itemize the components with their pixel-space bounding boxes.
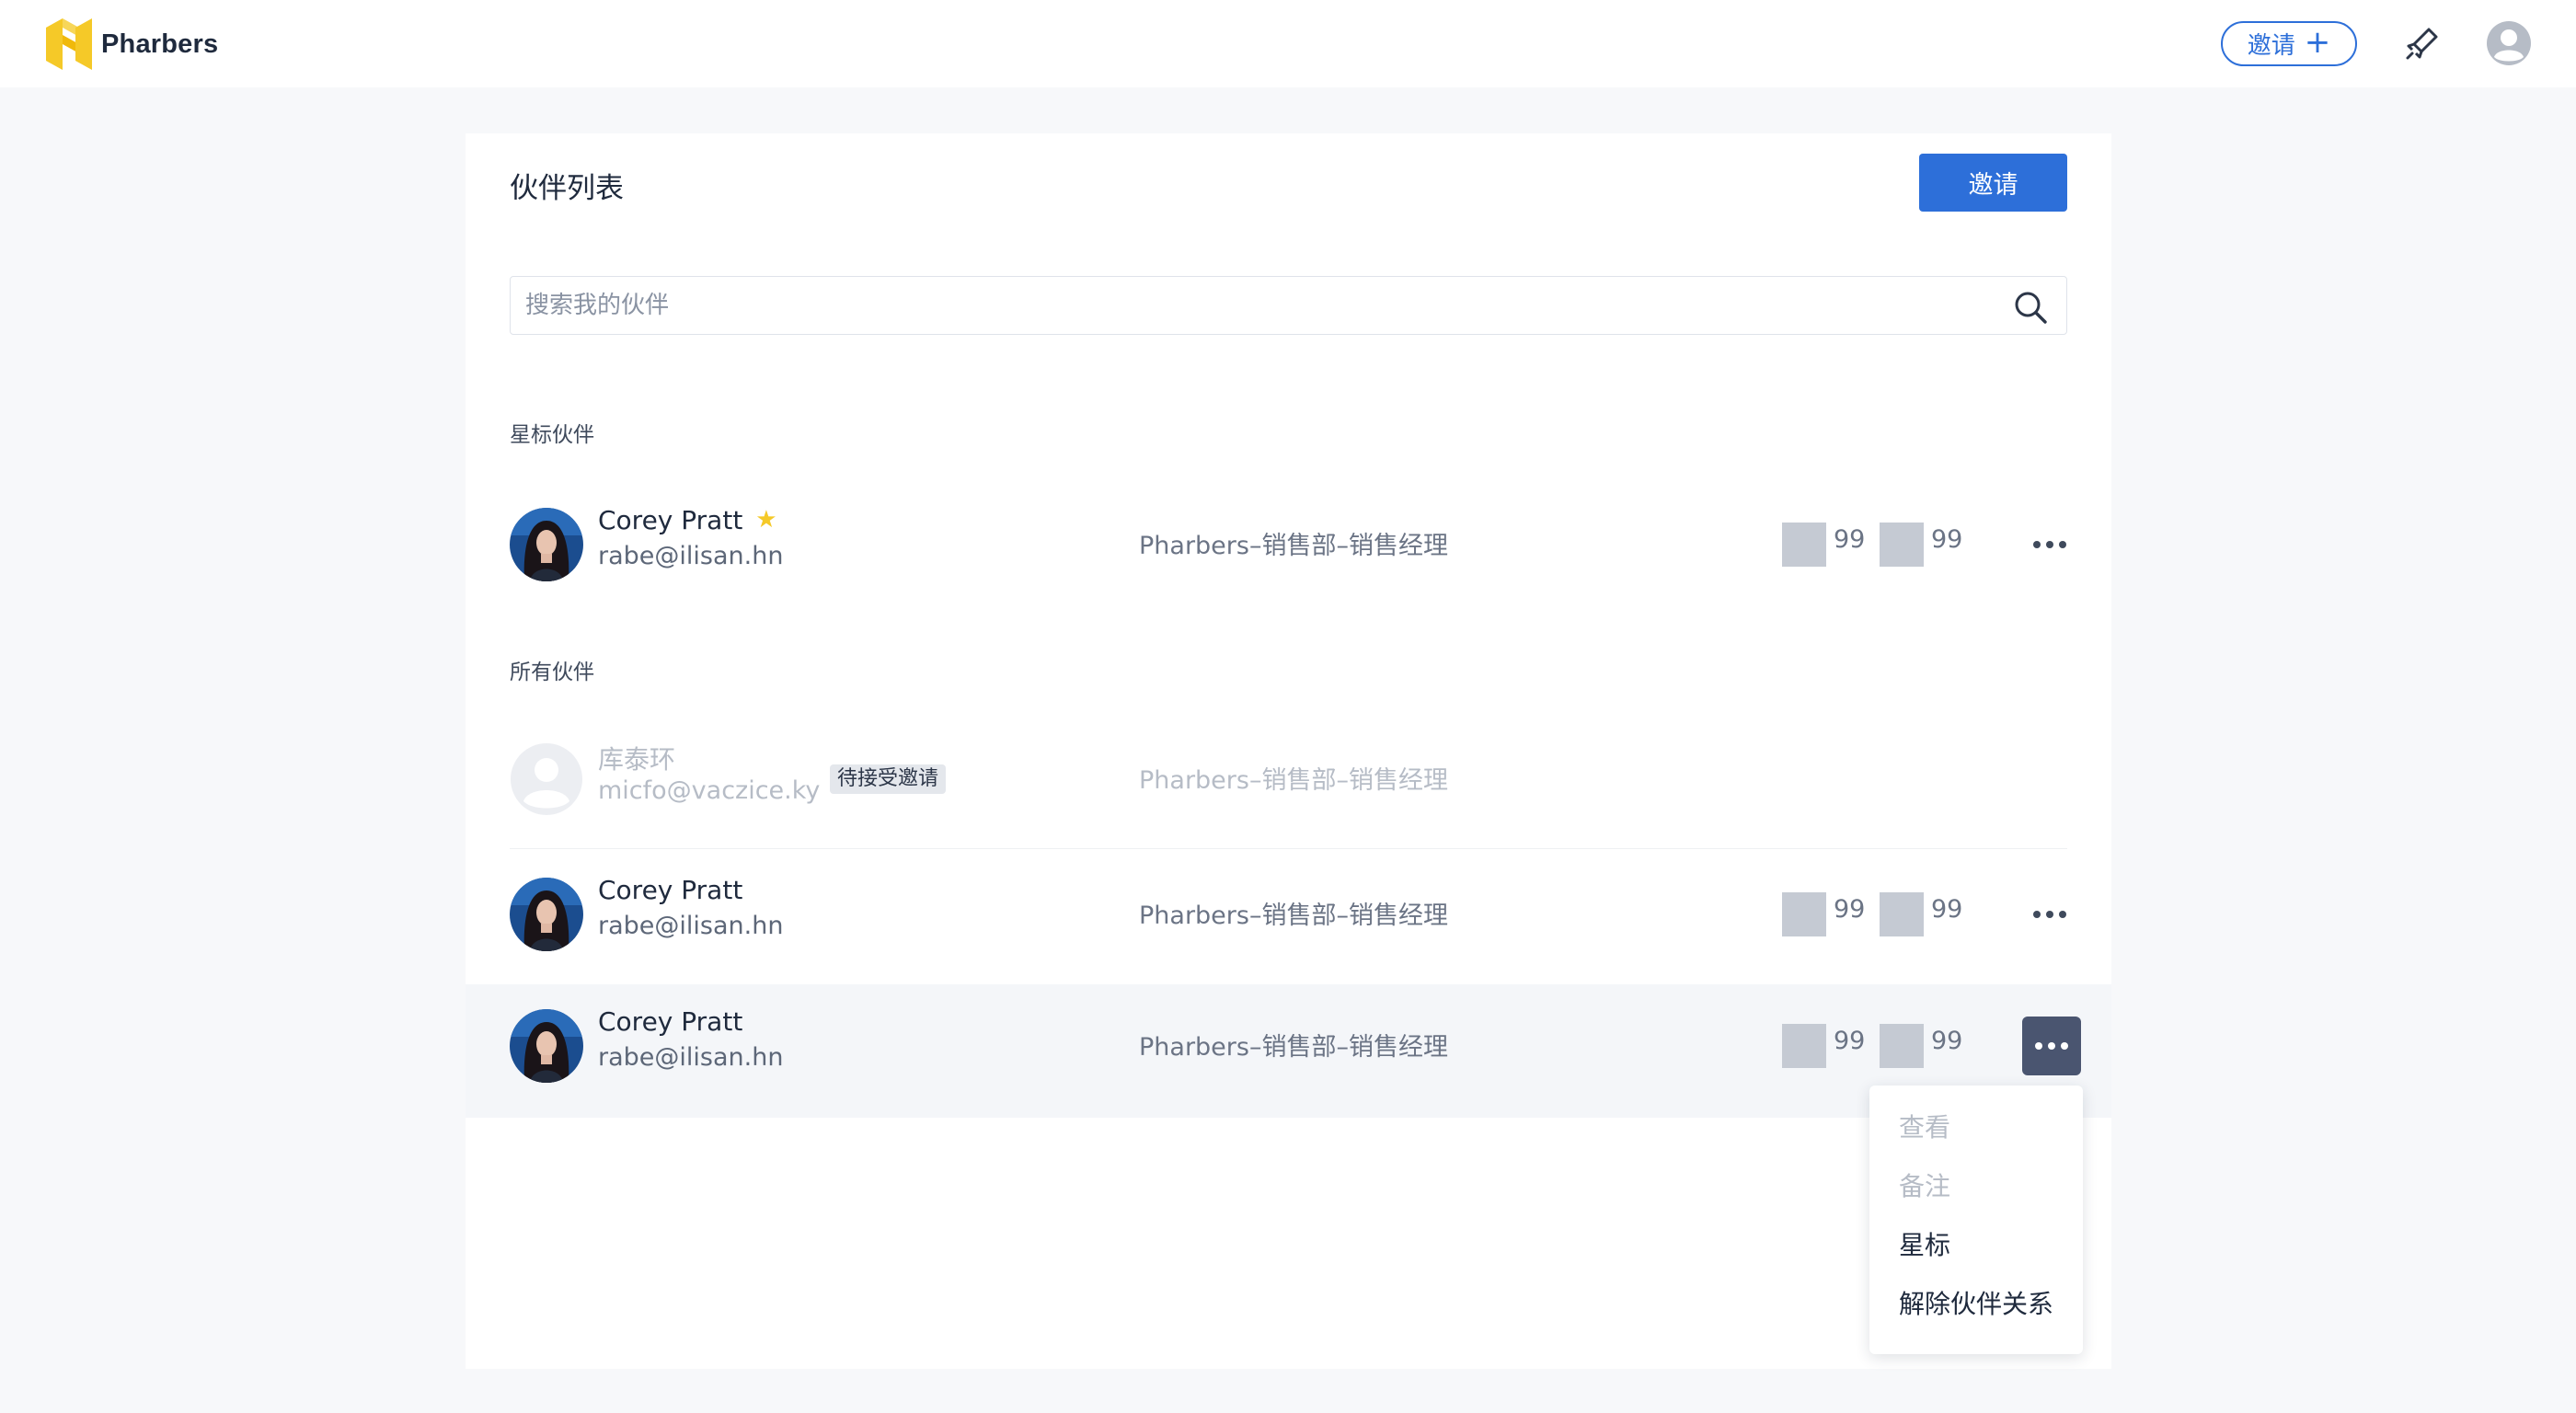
avatar	[510, 1009, 583, 1083]
portrait-image	[510, 1009, 583, 1083]
stat-icon	[1782, 892, 1826, 936]
menu-item-remove-partner[interactable]: 解除伙伴关系	[1869, 1275, 2083, 1334]
brand-name: Pharbers	[101, 29, 219, 59]
plus-icon: +	[2304, 24, 2331, 61]
stat-icon	[1782, 1024, 1826, 1068]
stat-count: 99	[1931, 1027, 1963, 1055]
starred-section-label: 星标伙伴	[510, 423, 594, 447]
partner-name: 库泰环	[598, 744, 676, 775]
stat-count: 99	[1834, 895, 1866, 924]
menu-item-note[interactable]: 备注	[1869, 1157, 2083, 1216]
partner-name: Corey Pratt	[598, 1006, 743, 1037]
stat-count: 99	[1931, 895, 1963, 924]
more-dots-icon	[2033, 541, 2066, 548]
pharbers-logo-icon	[46, 18, 92, 70]
stat-count: 99	[1931, 525, 1963, 554]
partner-name: Corey Pratt ★	[598, 505, 777, 535]
portrait-image	[510, 878, 583, 951]
search-box	[510, 276, 2067, 335]
partner-department: Pharbers–销售部–销售经理	[1139, 902, 1448, 930]
stat-count: 99	[1834, 1027, 1866, 1055]
avatar	[510, 742, 583, 816]
more-dots-icon	[2033, 911, 2066, 918]
top-invite-button[interactable]: 邀请 +	[2221, 21, 2357, 66]
row-divider	[510, 848, 2067, 849]
table-row[interactable]: Corey Pratt ★ rabe@ilisan.hn Pharbers–销售部…	[466, 503, 2111, 586]
search-input[interactable]	[525, 277, 1979, 334]
default-avatar-icon	[511, 743, 582, 815]
starred-partner-row[interactable]	[466, 630, 2111, 726]
rocket-icon[interactable]	[2403, 26, 2440, 63]
partner-email: rabe@ilisan.hn	[598, 912, 784, 940]
avatar	[510, 878, 583, 951]
row-actions-menu: 查看 备注 星标 解除伙伴关系	[1869, 1086, 2083, 1354]
stat-icon	[1880, 892, 1924, 936]
partners-card: 伙伴列表 邀请 星标伙伴 Corey Pratt★ rabe@ilis	[466, 133, 2111, 1369]
partner-department: Pharbers–销售部–销售经理	[1139, 766, 1448, 795]
stat-icon	[1880, 523, 1924, 567]
partner-department: Pharbers–销售部–销售经理	[1139, 532, 1448, 560]
more-actions-button[interactable]	[2020, 515, 2079, 574]
user-avatar-icon[interactable]	[2486, 20, 2532, 66]
partner-department: Pharbers–销售部–销售经理	[1139, 1033, 1448, 1062]
partner-email: rabe@ilisan.hn	[598, 542, 784, 570]
partner-name-text: Corey Pratt	[598, 505, 743, 535]
stat-icon	[1782, 523, 1826, 567]
search-icon[interactable]	[2013, 290, 2048, 325]
stat-icon	[1880, 1024, 1924, 1068]
table-row-hovered[interactable]: Corey Pratt rabe@ilisan.hn Pharbers–销售部–…	[466, 984, 2111, 1118]
avatar	[510, 508, 583, 581]
more-actions-button-active[interactable]	[2022, 1017, 2081, 1075]
more-actions-button[interactable]	[2020, 885, 2079, 944]
invite-button[interactable]: 邀请	[1919, 154, 2067, 212]
page-title: 伙伴列表	[510, 172, 624, 205]
menu-item-star[interactable]: 星标	[1869, 1216, 2083, 1275]
portrait-image	[510, 508, 583, 581]
stat-count: 99	[1834, 525, 1866, 554]
all-partners-section-label: 所有伙伴	[510, 661, 594, 684]
pharbers-logo[interactable]: Pharbers	[42, 15, 218, 74]
more-dots-icon	[2035, 1042, 2068, 1050]
partner-name: Corey Pratt	[598, 875, 743, 905]
table-row[interactable]: 库泰环 micfo@vaczice.ky 待接受邀请 Pharbers–销售部–…	[466, 738, 2111, 821]
star-icon[interactable]: ★	[755, 506, 776, 534]
status-badge: 待接受邀请	[830, 764, 947, 794]
top-navbar: Pharbers 邀请 +	[0, 0, 2576, 87]
partner-email: rabe@ilisan.hn	[598, 1043, 784, 1072]
menu-item-view[interactable]: 查看	[1869, 1098, 2083, 1157]
top-invite-label: 邀请	[2247, 32, 2295, 60]
table-row[interactable]: Corey Pratt rabe@ilisan.hn Pharbers–销售部–…	[466, 873, 2111, 956]
partner-email: micfo@vaczice.ky	[598, 776, 821, 805]
